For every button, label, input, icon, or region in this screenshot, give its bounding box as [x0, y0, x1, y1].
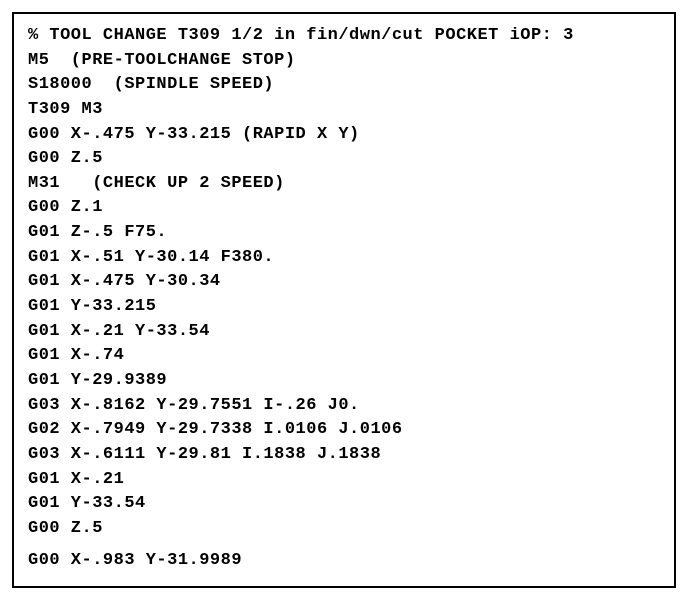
- code-line: S18000 (SPINDLE SPEED): [28, 73, 660, 98]
- code-line: G00 X-.983 Y-31.9989: [28, 549, 660, 574]
- code-line: G00 Z.5: [28, 517, 660, 542]
- code-line: G01 Y-33.215: [28, 295, 660, 320]
- code-line: M5 (PRE-TOOLCHANGE STOP): [28, 49, 660, 74]
- code-line: T309 M3: [28, 98, 660, 123]
- code-line: G01 X-.21: [28, 468, 660, 493]
- code-line: G03 X-.8162 Y-29.7551 I-.26 J0.: [28, 394, 660, 419]
- code-line: G01 Y-29.9389: [28, 369, 660, 394]
- code-line: G01 X-.475 Y-30.34: [28, 270, 660, 295]
- code-line: M31 (CHECK UP 2 SPEED): [28, 172, 660, 197]
- code-line: G02 X-.7949 Y-29.7338 I.0106 J.0106: [28, 418, 660, 443]
- code-line: G01 X-.74: [28, 344, 660, 369]
- code-line: G00 X-.475 Y-33.215 (RAPID X Y): [28, 123, 660, 148]
- code-line: G01 Z-.5 F75.: [28, 221, 660, 246]
- code-line: G01 Y-33.54: [28, 492, 660, 517]
- code-line: G00 Z.1: [28, 196, 660, 221]
- code-line: G01 X-.51 Y-30.14 F380.: [28, 246, 660, 271]
- code-line: G00 Z.5: [28, 147, 660, 172]
- code-line: G03 X-.6111 Y-29.81 I.1838 J.1838: [28, 443, 660, 468]
- code-line: % TOOL CHANGE T309 1/2 in fin/dwn/cut PO…: [28, 24, 660, 49]
- gcode-listing: % TOOL CHANGE T309 1/2 in fin/dwn/cut PO…: [12, 12, 676, 588]
- code-line: G01 X-.21 Y-33.54: [28, 320, 660, 345]
